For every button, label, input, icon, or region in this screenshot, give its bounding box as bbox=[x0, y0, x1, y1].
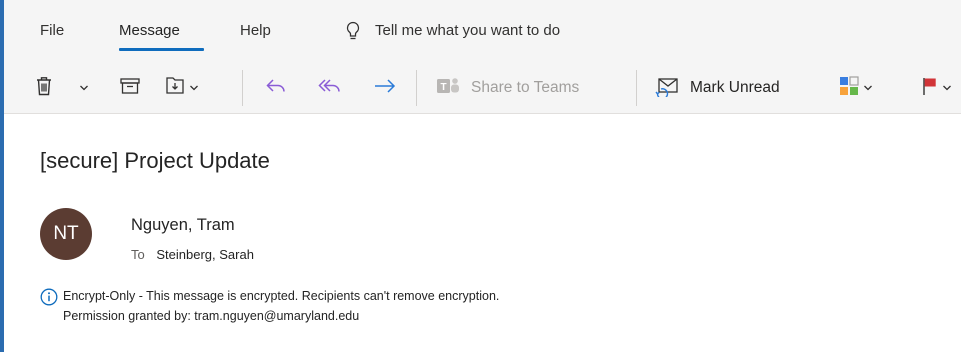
toolbar-divider bbox=[242, 70, 243, 106]
flag-button[interactable] bbox=[921, 74, 952, 102]
tell-me-search[interactable]: Tell me what you want to do bbox=[375, 22, 560, 39]
tab-message[interactable]: Message bbox=[119, 22, 180, 39]
to-label: To bbox=[131, 247, 145, 262]
recipient-line: To Steinberg, Sarah bbox=[131, 247, 254, 262]
tab-help[interactable]: Help bbox=[240, 22, 271, 39]
reply-all-button[interactable] bbox=[317, 74, 343, 102]
forward-button[interactable] bbox=[372, 74, 398, 102]
svg-text:T: T bbox=[440, 82, 446, 93]
categorize-icon bbox=[838, 75, 860, 102]
delete-icon bbox=[34, 75, 54, 102]
share-to-teams-button[interactable]: T Share to Teams bbox=[435, 74, 579, 102]
reply-all-icon bbox=[317, 75, 343, 102]
move-icon bbox=[164, 75, 186, 102]
lightbulb-icon[interactable] bbox=[345, 21, 361, 46]
mark-unread-label: Mark Unread bbox=[690, 79, 780, 96]
reply-icon bbox=[264, 75, 288, 102]
ribbon-toolbar: T Share to Teams Mark Unread bbox=[4, 62, 961, 114]
info-icon bbox=[40, 288, 58, 311]
delete-button[interactable] bbox=[34, 74, 54, 102]
chevron-down-icon bbox=[863, 79, 873, 97]
permission-notice: Permission granted by: tram.nguyen@umary… bbox=[63, 309, 360, 323]
encryption-notice: Encrypt-Only - This message is encrypted… bbox=[63, 289, 500, 303]
chevron-down-icon bbox=[79, 79, 89, 97]
archive-button[interactable] bbox=[119, 74, 141, 102]
recipient-name[interactable]: Steinberg, Sarah bbox=[156, 247, 254, 262]
mark-unread-button[interactable]: Mark Unread bbox=[654, 74, 780, 102]
categorize-button[interactable] bbox=[838, 74, 873, 102]
archive-icon bbox=[119, 76, 141, 101]
toolbar-divider bbox=[636, 70, 637, 106]
teams-icon: T bbox=[435, 75, 461, 102]
tab-file[interactable]: File bbox=[40, 22, 64, 39]
reply-button[interactable] bbox=[264, 74, 288, 102]
share-to-teams-label: Share to Teams bbox=[471, 79, 580, 96]
message-subject: [secure] Project Update bbox=[40, 148, 270, 173]
chevron-down-icon bbox=[189, 79, 199, 97]
toolbar-divider bbox=[416, 70, 417, 106]
mark-unread-icon bbox=[654, 75, 680, 102]
move-button[interactable] bbox=[164, 74, 199, 102]
sender-name[interactable]: Nguyen, Tram bbox=[131, 216, 235, 235]
active-tab-indicator bbox=[119, 48, 204, 51]
delete-options-dropdown[interactable] bbox=[79, 74, 89, 102]
avatar[interactable]: NT bbox=[40, 208, 92, 260]
forward-icon bbox=[372, 75, 398, 102]
avatar-initials: NT bbox=[53, 223, 79, 244]
ribbon-menu-bar: File Message Help Tell me what you want … bbox=[4, 0, 961, 62]
chevron-down-icon bbox=[942, 79, 952, 97]
flag-icon bbox=[921, 75, 939, 102]
